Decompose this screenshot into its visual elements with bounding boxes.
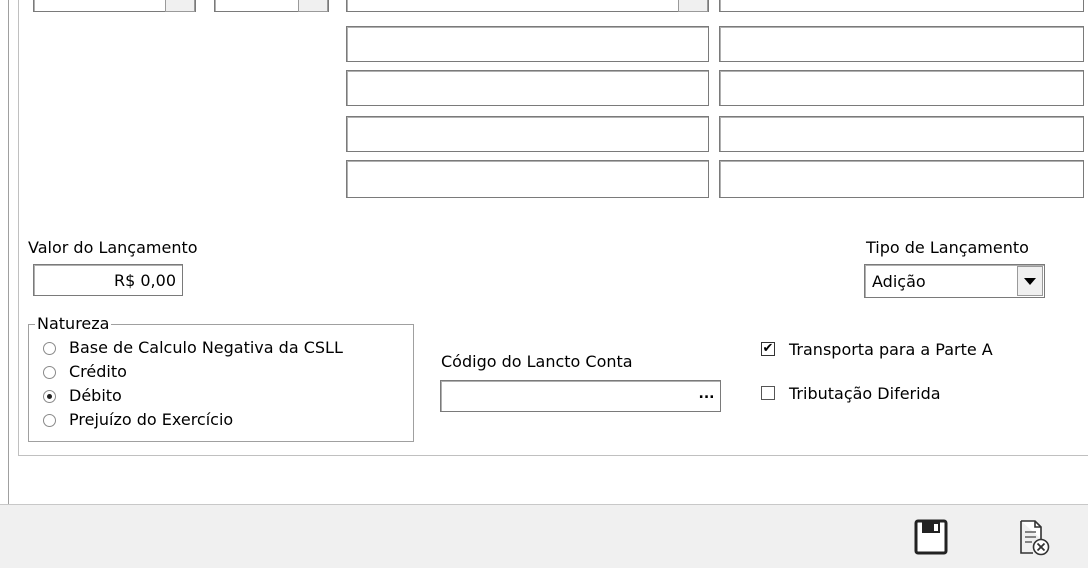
inner-bottom-border xyxy=(18,455,1088,456)
grid-field-r2c1[interactable] xyxy=(346,70,709,106)
natureza-label: Natureza xyxy=(35,314,112,334)
top-field-1-button[interactable] xyxy=(165,0,195,12)
tipo-select[interactable]: Adição xyxy=(864,264,1045,298)
codigo-label: Código do Lancto Conta xyxy=(441,352,633,371)
chevron-down-icon xyxy=(1024,278,1036,285)
panel-left-border xyxy=(8,0,9,504)
radio-prejuizo-label: Prejuízo do Exercício xyxy=(69,410,234,429)
grid-field-r4c1[interactable] xyxy=(346,160,709,198)
grid-field-r2c2[interactable] xyxy=(719,70,1084,106)
grid-field-r1c2[interactable] xyxy=(719,26,1084,62)
top-field-2-button[interactable] xyxy=(298,0,328,12)
tipo-selected-value: Adição xyxy=(872,272,926,291)
grid-field-r0c1-button[interactable] xyxy=(678,0,708,12)
valor-input[interactable]: R$ 0,00 xyxy=(33,264,183,296)
grid-field-r0c2[interactable] xyxy=(719,0,1084,12)
grid-field-r4c2[interactable] xyxy=(719,160,1084,198)
grid-field-r0c1[interactable] xyxy=(346,0,709,12)
radio-credito[interactable] xyxy=(43,366,56,379)
checkbox-tributacao[interactable] xyxy=(761,386,775,400)
footer-toolbar xyxy=(0,504,1088,568)
save-button[interactable] xyxy=(914,519,948,555)
radio-debito-label: Débito xyxy=(69,386,122,405)
radio-prejuizo[interactable] xyxy=(43,414,56,427)
valor-label: Valor do Lançamento xyxy=(28,238,198,257)
grid-field-r1c1[interactable] xyxy=(346,26,709,62)
grid-field-r3c1[interactable] xyxy=(346,116,709,152)
save-icon xyxy=(914,519,948,555)
ellipsis-icon: ... xyxy=(698,386,715,402)
tipo-dropdown-button[interactable] xyxy=(1017,266,1043,296)
radio-base-calculo-label: Base de Calculo Negativa da CSLL xyxy=(69,338,343,357)
checkbox-transporta-label: Transporta para a Parte A xyxy=(789,340,993,359)
tipo-label: Tipo de Lançamento xyxy=(866,238,1029,257)
checkbox-tributacao-label: Tributação Diferida xyxy=(789,384,941,403)
radio-credito-label: Crédito xyxy=(69,362,127,381)
grid-field-r3c2[interactable] xyxy=(719,116,1084,152)
cancel-button[interactable] xyxy=(1016,519,1052,557)
inner-left-border xyxy=(18,0,19,455)
checkbox-transporta[interactable]: ✔ xyxy=(761,342,775,356)
radio-debito[interactable] xyxy=(43,390,56,403)
codigo-input[interactable]: ... xyxy=(440,380,721,412)
radio-base-calculo[interactable] xyxy=(43,342,56,355)
valor-value: R$ 0,00 xyxy=(113,271,176,290)
cancel-document-icon xyxy=(1020,520,1050,556)
codigo-lookup-button[interactable]: ... xyxy=(694,382,719,410)
